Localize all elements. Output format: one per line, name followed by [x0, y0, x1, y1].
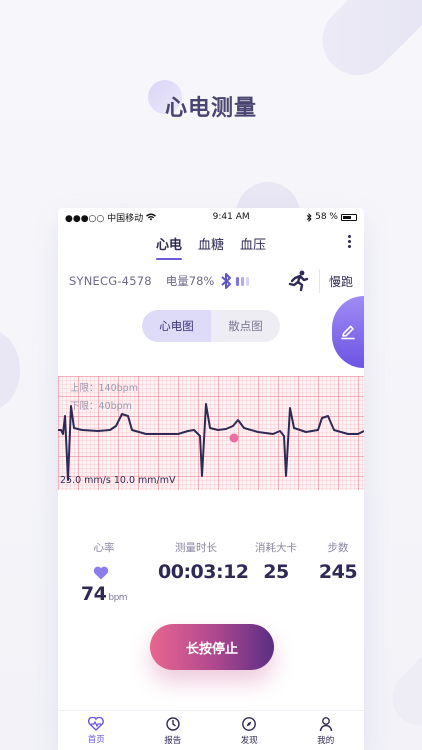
profile-icon — [319, 716, 332, 731]
device-info-row: SYNECG-4578 电量78% 慢跑 — [58, 260, 364, 302]
nav-label: 我的 — [317, 735, 335, 746]
stat-unit: bpm — [108, 593, 128, 603]
stat-label: 步数 — [327, 542, 349, 554]
compass-icon — [242, 716, 257, 731]
stat-calories: 消耗大卡 25 — [248, 540, 304, 583]
tab-ecg[interactable]: 心电 — [155, 230, 182, 260]
decorative-pill — [380, 598, 422, 738]
device-battery: 电量78% — [165, 274, 215, 288]
wifi-icon — [146, 213, 157, 221]
edit-button[interactable] — [332, 296, 364, 368]
heart-pulse-icon — [88, 716, 105, 731]
report-icon — [166, 716, 180, 731]
measure-tabs: 心电 血糖 血压 — [58, 226, 364, 260]
bluetooth-icon — [221, 273, 232, 289]
activity-label[interactable]: 慢跑 — [329, 273, 353, 290]
battery-icon — [340, 213, 357, 221]
carrier-label: ●●●○○ 中国移动 — [65, 213, 144, 224]
phone-screen: ●●●○○ 中国移动 9:41 AM 58 % 心电 血糖 血压 SYNECG-… — [58, 208, 364, 750]
bottom-nav: 首页 报告 发现 我的 — [58, 710, 364, 750]
app-store-screenshot: 心电测量 ●●●○○ 中国移动 9:41 AM 58 % 心电 血糖 血压 SY… — [0, 0, 422, 750]
stat-value: 25 — [263, 561, 289, 583]
current-point-marker — [229, 433, 239, 443]
battery-percent: 58 % — [315, 212, 338, 222]
status-time: 9:41 AM — [212, 212, 250, 222]
stat-label: 测量时长 — [175, 542, 217, 554]
stat-value: 00:03:12 — [158, 561, 249, 583]
decorative-circle — [0, 330, 20, 410]
long-press-stop-button[interactable]: 长按停止 — [150, 624, 274, 670]
nav-discover[interactable]: 发现 — [211, 711, 288, 750]
chart-type-segment: 心电图 散点图 — [142, 310, 280, 342]
nav-label: 报告 — [164, 735, 182, 746]
pencil-icon — [341, 325, 355, 340]
nav-label: 首页 — [87, 734, 105, 745]
nav-report[interactable]: 报告 — [135, 711, 212, 750]
nav-home[interactable]: 首页 — [58, 711, 135, 750]
device-name: SYNECG-4578 — [69, 274, 152, 288]
hero-title: 心电测量 — [164, 96, 257, 121]
tab-blood-sugar[interactable]: 血糖 — [198, 230, 224, 257]
signal-strength-icon — [236, 276, 250, 286]
tab-blood-pressure[interactable]: 血压 — [240, 230, 266, 257]
more-options-icon[interactable] — [348, 235, 352, 248]
nav-label: 发现 — [240, 735, 258, 746]
stat-label: 消耗大卡 — [255, 542, 297, 554]
lower-limit-label: 下限：40bpm — [70, 401, 132, 412]
stat-heart-rate: 心率 74 bpm — [72, 540, 136, 605]
segment-scatter-chart[interactable]: 散点图 — [211, 310, 280, 342]
heart-icon — [93, 566, 109, 579]
stats-row: 心率 74 bpm 测量时长 00:03:12 消耗大卡 25 步数 245 — [58, 540, 364, 605]
stat-value: 74 — [80, 583, 107, 605]
running-icon[interactable] — [286, 269, 310, 293]
upper-limit-label: 上限：140bpm — [70, 383, 138, 394]
stat-value: 245 — [318, 561, 358, 583]
ecg-speed-label: 25.0 mm/s 10.0 mm/mV — [60, 475, 176, 486]
stat-steps: 步数 245 — [316, 540, 360, 583]
segment-ecg-chart[interactable]: 心电图 — [142, 310, 211, 342]
stat-label: 心率 — [93, 542, 115, 554]
bluetooth-status-icon — [306, 212, 312, 222]
stat-duration: 测量时长 00:03:12 — [158, 540, 249, 583]
ecg-chart: 上限：140bpm 下限：40bpm 25.0 mm/s 10.0 mm/mV — [58, 376, 364, 490]
divider — [318, 269, 320, 293]
nav-profile[interactable]: 我的 — [288, 711, 365, 750]
decorative-pill — [308, 0, 422, 90]
status-bar: ●●●○○ 中国移动 9:41 AM 58 % — [58, 208, 364, 226]
